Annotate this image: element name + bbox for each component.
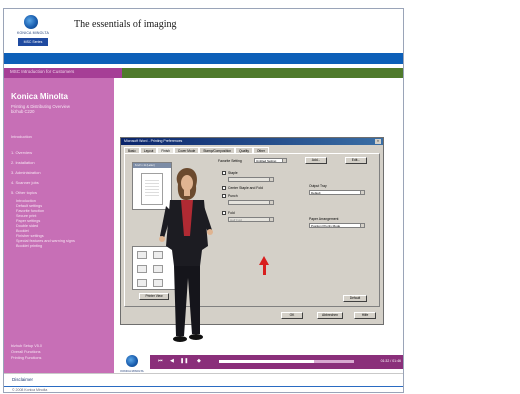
sidebar: Konica Minolta Printing & Distributing O… [4, 78, 114, 373]
thumbnail[interactable] [137, 251, 147, 259]
footer-divider [4, 373, 403, 374]
logo-mark-icon [126, 355, 138, 367]
logo-mark-icon [24, 15, 38, 29]
footer-divider-blue [4, 386, 403, 387]
output-tray-select[interactable]: Default [309, 190, 365, 195]
sidebar-subitem[interactable]: Double sided [16, 224, 38, 228]
chevron-down-icon [269, 178, 273, 181]
paper-arrangement-select[interactable]: Position Priority Mode [309, 223, 365, 228]
dialog-titlebar: Microsoft Word - Printing Preferences × [121, 138, 383, 145]
breadcrumb[interactable]: MSC Introduction for Customers [4, 68, 122, 78]
favorite-select[interactable]: Untitled Setting [254, 158, 287, 163]
sidebar-subtitle-2: bizhub C220 [11, 109, 35, 114]
ok-button[interactable]: OK [281, 312, 303, 319]
staple-checkbox[interactable] [222, 171, 226, 175]
fold-label: Fold [228, 211, 235, 215]
thumbnail[interactable] [137, 265, 147, 273]
chevron-down-icon [282, 159, 286, 162]
pause-icon[interactable]: ❚❚ [180, 358, 188, 364]
output-tray-value: Default [311, 191, 321, 195]
chevron-down-icon [360, 191, 364, 194]
header: KONICA MINOLTA MSC Series The essentials… [4, 9, 403, 53]
sidebar-item-administration[interactable]: 3. Administration [11, 170, 41, 175]
staple-label: Staple [228, 171, 238, 175]
footer-disclaimer[interactable]: Disclaimer [12, 377, 33, 382]
sidebar-subitem[interactable]: Booklet printing [16, 244, 42, 248]
progress-fill [219, 360, 314, 363]
logo[interactable]: KONICA MINOLTA MSC Series [12, 15, 54, 49]
nav-green-bar [122, 68, 403, 78]
close-icon[interactable]: × [375, 139, 381, 144]
playback-time: 01:32 / 01:46 [380, 359, 401, 363]
fold-value: Half Fold [230, 218, 243, 222]
page: KONICA MINOLTA MSC Series The essentials… [0, 0, 520, 394]
help-button[interactable]: Hilfe [354, 312, 376, 319]
paper-arrangement-value: Position Priority Mode [311, 224, 341, 228]
paper-arrangement-label: Paper Arrangement [309, 217, 339, 221]
skip-back-icon[interactable]: ⏮ [158, 358, 163, 364]
fold-select[interactable]: Half Fold [228, 217, 274, 222]
center-staple-label: Center Staple and Fold [228, 186, 263, 190]
page-title: The essentials of imaging [74, 19, 177, 30]
sidebar-subitem[interactable]: Finisher settings [16, 234, 44, 238]
sidebar-subitem[interactable]: Introduction [16, 199, 36, 203]
output-tray-label: Output Tray [309, 184, 327, 188]
default-button[interactable]: Default [343, 295, 367, 302]
sidebar-title: Konica Minolta [11, 92, 68, 101]
sidebar-subitem[interactable]: Default settings [16, 204, 42, 208]
red-arrow-stem [263, 264, 266, 275]
footer-copyright: © 2008 Konica Minolta [12, 388, 48, 392]
favorite-value: Untitled Setting [256, 159, 277, 163]
sidebar-item-installation[interactable]: 2. Installation [11, 160, 35, 165]
favorite-label: Favorite Setting [218, 159, 242, 163]
nav-strip: MSC Introduction for Customers [4, 68, 403, 78]
add-button[interactable]: Add... [305, 157, 327, 164]
logo-text: KONICA MINOLTA [16, 31, 50, 35]
edit-button[interactable]: Edit... [345, 157, 367, 164]
video-player-bar: ⏮ ◀ ❚❚ ◆ 01:32 / 01:46 [150, 355, 403, 369]
sidebar-item-other[interactable]: 5. Other topics [11, 190, 37, 195]
volume-icon[interactable]: ◆ [197, 358, 201, 364]
chevron-down-icon [269, 218, 273, 221]
chevron-down-icon [360, 224, 364, 227]
sidebar-item-scanner[interactable]: 4. Scanner jobs [11, 180, 39, 185]
sidebar-subitem[interactable]: Special features and warning signs [16, 239, 75, 243]
sidebar-footer-item[interactable]: bizhub Setup V5.0 [11, 344, 42, 348]
sidebar-subitem[interactable]: Secure print [16, 214, 36, 218]
sidebar-subitem[interactable]: Favorite function [16, 209, 44, 213]
staple-select[interactable] [228, 177, 274, 182]
video-area: Microsoft Word - Printing Preferences × … [114, 78, 403, 373]
dialog-title: Microsoft Word - Printing Preferences [124, 139, 183, 143]
progress-track[interactable] [219, 360, 354, 363]
fold-checkbox[interactable] [222, 211, 226, 215]
sidebar-footer-item[interactable]: Overall Functions [11, 350, 41, 354]
punch-select[interactable] [228, 200, 274, 205]
series-badge: MSC Series [18, 38, 48, 46]
rewind-icon[interactable]: ◀ [170, 358, 174, 364]
sidebar-footer-item[interactable]: Printing Functions [11, 356, 41, 360]
sidebar-subitem[interactable]: Paper settings [16, 219, 40, 223]
cancel-button[interactable]: Abbrechen [317, 312, 343, 319]
sidebar-item-intro[interactable]: Introduction [11, 134, 32, 139]
thumbnail[interactable] [137, 279, 147, 287]
sidebar-subitem[interactable]: Booklet [16, 229, 29, 233]
center-staple-checkbox[interactable] [222, 186, 226, 190]
breadcrumb-label: MSC Introduction for Customers [10, 69, 75, 74]
browser-frame: KONICA MINOLTA MSC Series The essentials… [3, 8, 404, 393]
punch-label: Punch [228, 194, 238, 198]
punch-checkbox[interactable] [222, 194, 226, 198]
presenter-figure [159, 168, 213, 342]
sidebar-item-overview[interactable]: 1. Overview [11, 150, 32, 155]
header-bar [4, 53, 403, 64]
chevron-down-icon [269, 201, 273, 204]
